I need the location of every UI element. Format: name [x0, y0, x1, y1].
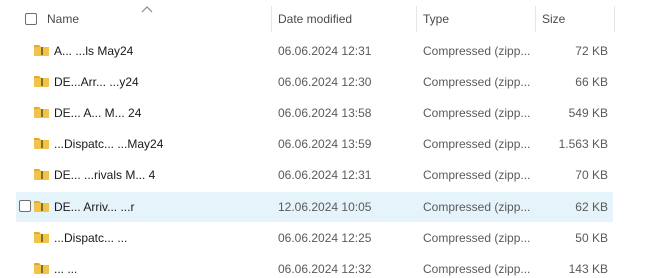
file-type: Compressed (zipp... — [423, 137, 531, 151]
zip-folder-icon — [34, 45, 49, 56]
zip-folder-icon — [34, 138, 49, 149]
file-size: 66 KB — [575, 75, 608, 89]
file-name[interactable]: ...Dispatc... ... — [54, 230, 127, 246]
file-type: Compressed (zipp... — [423, 231, 531, 245]
column-header-date-modified[interactable]: Date modified — [278, 10, 352, 28]
file-type: Compressed (zipp... — [423, 262, 531, 276]
zip-folder-icon — [34, 76, 49, 87]
file-type: Compressed (zipp... — [423, 200, 531, 214]
column-divider[interactable] — [271, 6, 272, 32]
column-divider[interactable] — [535, 6, 536, 32]
file-date-modified: 06.06.2024 12:30 — [278, 75, 372, 89]
file-date-modified: 06.06.2024 13:59 — [278, 137, 372, 151]
file-size: 62 KB — [575, 200, 608, 214]
file-explorer-list: Name Date modified Type Size A... ...ls … — [0, 0, 666, 278]
column-divider[interactable] — [416, 6, 417, 32]
file-date-modified: 12.06.2024 10:05 — [278, 200, 372, 214]
file-size: 50 KB — [575, 231, 608, 245]
file-size: 70 KB — [575, 168, 608, 182]
row-checkbox[interactable] — [19, 200, 31, 212]
file-date-modified: 06.06.2024 12:32 — [278, 262, 372, 276]
file-row[interactable]: DE... ...rivals M... 4 06.06.2024 12:31 Co… — [16, 160, 613, 190]
file-row[interactable]: ...Dispatc... ... 06.06.2024 12:25 Compres… — [16, 223, 613, 253]
column-header-bar: Name Date modified Type Size — [0, 0, 666, 36]
file-row[interactable]: ...Dispatc... ...May24 06.06.2024 13:59 Co… — [16, 129, 613, 159]
file-name[interactable]: A... ...ls May24 — [54, 43, 133, 59]
file-row[interactable]: DE... Arriv... ...r 12.06.2024 10:05 Compr… — [16, 192, 613, 222]
file-row[interactable]: ... ... 06.06.2024 12:32 Compressed (zipp.… — [16, 254, 613, 278]
file-name[interactable]: DE...Arr... ...y24 — [54, 74, 139, 90]
file-type: Compressed (zipp... — [423, 168, 531, 182]
zip-folder-icon — [34, 107, 49, 118]
zip-folder-icon — [34, 201, 49, 212]
file-type: Compressed (zipp... — [423, 106, 531, 120]
file-type: Compressed (zipp... — [423, 75, 531, 89]
file-type: Compressed (zipp... — [423, 44, 531, 58]
file-size: 1.563 KB — [558, 137, 608, 151]
file-date-modified: 06.06.2024 12:31 — [278, 168, 372, 182]
file-size: 72 KB — [575, 44, 608, 58]
file-size: 143 KB — [568, 262, 608, 276]
file-row[interactable]: DE...Arr... ...y24 06.06.2024 12:30 Compre… — [16, 67, 613, 97]
file-row[interactable]: DE... A... M... 24 06.06.2024 13:58 Compre… — [16, 98, 613, 128]
file-name[interactable]: DE... ...rivals M... 4 — [54, 167, 155, 183]
column-divider[interactable] — [614, 6, 615, 32]
file-row[interactable]: A... ...ls May24 06.06.2024 12:31 Compress… — [16, 36, 613, 66]
file-date-modified: 06.06.2024 12:31 — [278, 44, 372, 58]
file-name[interactable]: ... ... — [54, 261, 77, 277]
file-name[interactable]: DE... A... M... 24 — [54, 105, 141, 121]
file-name[interactable]: DE... Arriv... ...r — [54, 199, 134, 215]
file-name[interactable]: ...Dispatc... ...May24 — [54, 136, 163, 152]
column-header-name[interactable]: Name — [47, 10, 79, 28]
file-date-modified: 06.06.2024 12:25 — [278, 231, 372, 245]
column-header-type[interactable]: Type — [423, 10, 449, 28]
column-header-size[interactable]: Size — [542, 10, 565, 28]
zip-folder-icon — [34, 232, 49, 243]
file-date-modified: 06.06.2024 13:58 — [278, 106, 372, 120]
file-size: 549 KB — [568, 106, 608, 120]
select-all-checkbox[interactable] — [25, 13, 37, 25]
zip-folder-icon — [34, 169, 49, 180]
sort-ascending-icon[interactable] — [141, 5, 153, 13]
zip-folder-icon — [34, 263, 49, 274]
